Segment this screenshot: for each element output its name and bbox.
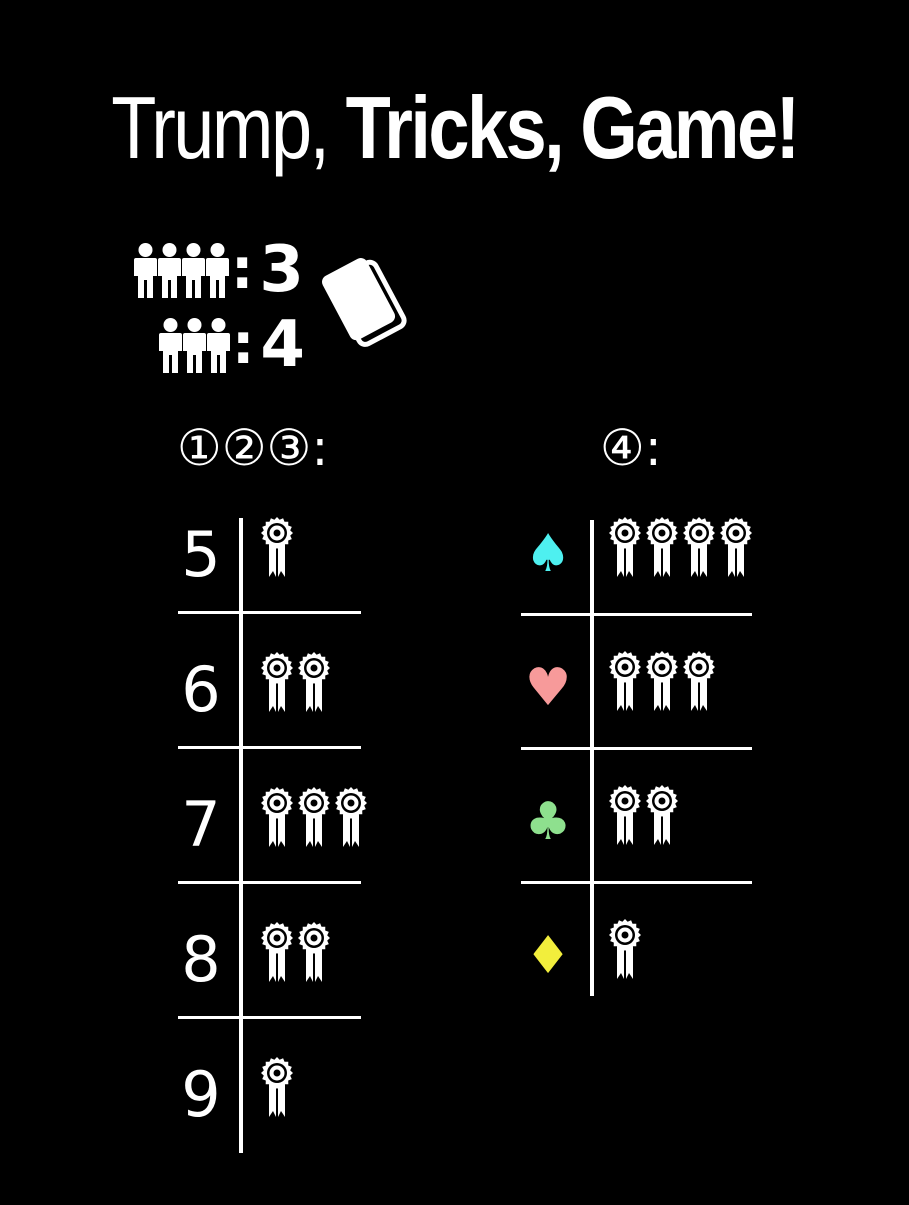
- ribbon-group: [607, 918, 644, 980]
- row-player-count: 8: [181, 923, 221, 996]
- award-ribbon-icon: [296, 786, 333, 848]
- heart-icon: ♥: [524, 658, 572, 718]
- person-icon: [158, 317, 183, 373]
- award-ribbon-icon: [681, 516, 718, 578]
- player-count-row-4: : 4: [158, 313, 305, 377]
- ribbon-group: [607, 650, 718, 712]
- person-icon: [133, 242, 158, 298]
- row-divider: [178, 881, 361, 884]
- award-ribbon-icon: [607, 918, 644, 980]
- right-column-header: ④:: [600, 419, 662, 477]
- award-ribbon-icon: [607, 784, 644, 846]
- player-count-value: 4: [260, 308, 305, 382]
- ribbon-group: [259, 651, 333, 713]
- rules-card: Trump, Tricks, Game! : 3 : 4 ①②③: ④: 5 6 7…: [0, 0, 909, 1205]
- award-ribbon-icon: [607, 650, 644, 712]
- left-column-header: ①②③:: [177, 419, 329, 477]
- award-ribbon-icon: [296, 651, 333, 713]
- ribbon-group: [607, 516, 755, 578]
- row-divider: [521, 747, 752, 750]
- award-ribbon-icon: [644, 516, 681, 578]
- award-ribbon-icon: [607, 516, 644, 578]
- vertical-divider: [590, 520, 594, 996]
- spade-icon: ♠: [524, 524, 572, 584]
- ribbon-group: [259, 921, 333, 983]
- award-ribbon-icon: [259, 1056, 296, 1118]
- row-player-count: 9: [181, 1058, 221, 1131]
- player-colon: :: [231, 237, 254, 302]
- person-icon: [181, 242, 206, 298]
- row-player-count: 7: [181, 788, 221, 861]
- award-ribbon-icon: [296, 921, 333, 983]
- ribbon-group: [259, 516, 296, 578]
- ribbon-group: [259, 786, 370, 848]
- people-group-icon: [133, 242, 229, 298]
- row-divider: [521, 881, 752, 884]
- row-divider: [521, 613, 752, 616]
- club-icon: ♣: [524, 792, 572, 852]
- title-part-game: Game!: [580, 78, 800, 177]
- player-colon: :: [232, 312, 255, 377]
- row-player-count: 5: [181, 518, 221, 591]
- award-ribbon-icon: [644, 650, 681, 712]
- row-divider: [178, 611, 361, 614]
- title-part-trump: Trump,: [111, 78, 346, 177]
- row-player-count: 6: [181, 653, 221, 726]
- award-ribbon-icon: [259, 921, 296, 983]
- award-ribbon-icon: [718, 516, 755, 578]
- player-count-row-3: : 3: [133, 238, 304, 302]
- people-group-icon: [158, 317, 230, 373]
- award-ribbon-icon: [259, 516, 296, 578]
- person-icon: [205, 242, 230, 298]
- player-count-value: 3: [259, 233, 304, 307]
- card-deck-icon: [318, 245, 418, 365]
- page-title: Trump, Tricks, Game!: [73, 78, 837, 178]
- ribbon-group: [259, 1056, 296, 1118]
- diamond-icon: ♦: [524, 926, 572, 986]
- ribbon-group: [607, 784, 681, 846]
- row-divider: [178, 746, 361, 749]
- award-ribbon-icon: [259, 651, 296, 713]
- award-ribbon-icon: [333, 786, 370, 848]
- title-part-tricks: Tricks,: [345, 78, 581, 177]
- person-icon: [182, 317, 207, 373]
- person-icon: [206, 317, 231, 373]
- award-ribbon-icon: [644, 784, 681, 846]
- row-divider: [178, 1016, 361, 1019]
- person-icon: [157, 242, 182, 298]
- award-ribbon-icon: [681, 650, 718, 712]
- award-ribbon-icon: [259, 786, 296, 848]
